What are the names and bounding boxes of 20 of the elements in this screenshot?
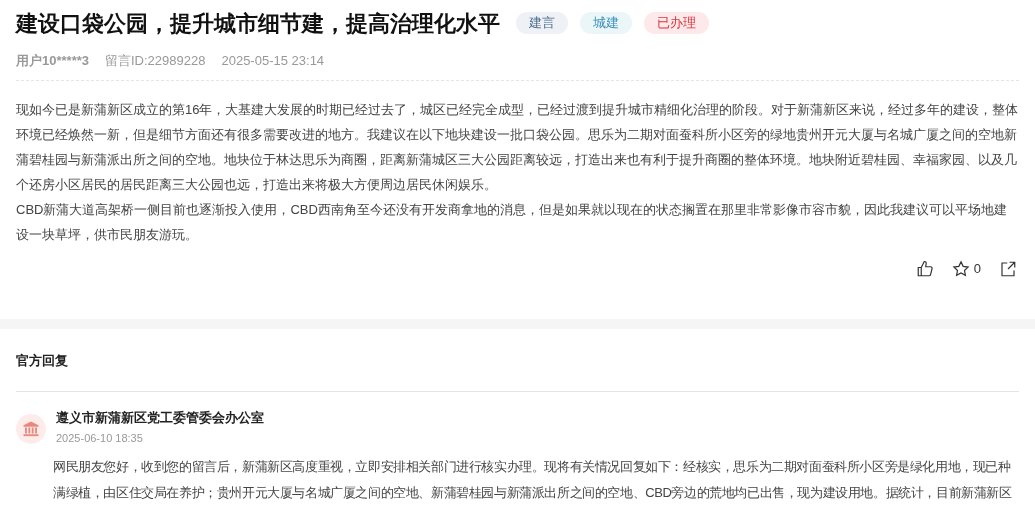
share-icon <box>999 260 1017 278</box>
share-button[interactable] <box>999 260 1017 278</box>
category-tag: 已办理 <box>644 12 709 34</box>
star-icon <box>951 260 970 278</box>
user-name: 用户10*****3 <box>16 52 89 71</box>
message-id: 留言ID:22989228 <box>105 52 206 71</box>
category-tag: 城建 <box>580 12 632 34</box>
reply-time: 2025-06-10 18:35 <box>56 431 144 446</box>
reply-text: 网民朋友您好，收到您的留言后，新蒲新区高度重视，立即安排相关部门进行核实办理。现将有关情况回复如下：经核实，思乐为二期对面蚕科所小区旁是绿化用地，现已种满绿植，由区住交局在养护；贵州开元大厦与名城广厦之间的空地、新蒲碧桂园与新蒲派出所之间的空地、CBD旁边的荒地均已出售，现为建设用地。据统计，目前新蒲新区 <box>52 458 1013 502</box>
government-building-icon <box>16 414 46 444</box>
organization-name: 遵义市新蒲新区党工委管委会办公室 <box>56 409 264 427</box>
section-heading: 官方回复 <box>16 352 69 370</box>
message-paragraph: 现如今已是新蒲新区成立的第16年，大基建大发展的时期已经过去了，城区已经完全成型，已经过渡到提升城市精细化治理的阶段。对于新蒲新区来说，经过多年的建设，整体环境已经焕然一新，但是细节方面还有很多需要改进的地方。我建议在以下地块建设一批口袋公园。思乐为二期对面蚕科所小区旁的绿地贵州开元大厦与名城广厦之间的空地新蒲碧桂园与新蒲派出所之间的空地。地块位于林达思乐为商圈，距离新蒲城区三大公园距离较远，打造出来也有利于提升商圈的整体环境。地块附近碧桂园、幸福家园、以及几个还房小区居民的居民距离三大公园也远，打造出来将极大方便周边居民休闲娱乐。 <box>16 101 1019 194</box>
category-tag: 建言 <box>516 12 568 34</box>
thumbs-up-icon <box>915 260 934 278</box>
post-time: 2025-05-15 23:14 <box>221 52 325 71</box>
message-paragraph: CBD新蒲大道高架桥一侧目前也逐渐投入使用，CBD西南角至今还没有开发商拿地的消息，但是如果就以现在的状态搁置在那里非常影像市容市貌，因此我建议可以平场地建设一块草坪，供市民朋友游玩。 <box>16 201 1008 244</box>
favorite-button[interactable]: 0 <box>951 259 981 279</box>
like-button[interactable] <box>915 260 934 278</box>
page-title: 建设口袋公园，提升城市细节建，提高治理化水平 <box>16 9 500 38</box>
